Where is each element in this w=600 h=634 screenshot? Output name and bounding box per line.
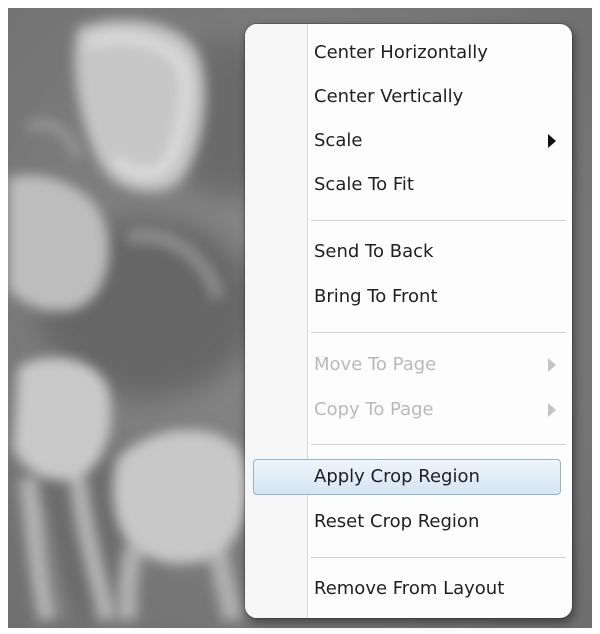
- menu-item-label: Center Horizontally: [314, 42, 488, 63]
- menu-separator: [311, 220, 566, 221]
- menu-item-copy-to-page: Copy To Page: [245, 390, 572, 430]
- menu-item-label: Bring To Front: [314, 286, 438, 307]
- menu-item-scale-to-fit[interactable]: Scale To Fit: [245, 165, 572, 205]
- submenu-arrow-icon: [548, 358, 556, 372]
- menu-item-label: Scale To Fit: [314, 174, 414, 195]
- menu-item-label: Apply Crop Region: [314, 466, 480, 487]
- menu-item-label: Scale: [314, 130, 363, 151]
- menu-item-reset-crop-region[interactable]: Reset Crop Region: [245, 502, 572, 542]
- menu-item-label: Send To Back: [314, 241, 434, 262]
- context-menu: Center Horizontally Center Vertically Sc…: [245, 24, 572, 618]
- menu-item-center-vertically[interactable]: Center Vertically: [245, 77, 572, 117]
- menu-item-scale[interactable]: Scale: [245, 121, 572, 161]
- menu-item-bring-to-front[interactable]: Bring To Front: [245, 277, 572, 317]
- menu-item-move-to-page: Move To Page: [245, 345, 572, 385]
- menu-item-send-to-back[interactable]: Send To Back: [245, 232, 572, 272]
- menu-separator: [311, 444, 566, 445]
- menu-item-label: Remove From Layout: [314, 578, 505, 599]
- submenu-arrow-icon: [548, 403, 556, 417]
- menu-item-remove-from-layout[interactable]: Remove From Layout: [245, 569, 572, 609]
- menu-item-apply-crop-region[interactable]: Apply Crop Region: [245, 457, 572, 497]
- menu-item-label: Center Vertically: [314, 86, 464, 107]
- menu-separator: [311, 557, 566, 558]
- menu-item-label: Copy To Page: [314, 399, 434, 420]
- submenu-arrow-icon: [548, 134, 556, 148]
- menu-item-label: Reset Crop Region: [314, 511, 480, 532]
- menu-item-center-horizontally[interactable]: Center Horizontally: [245, 33, 572, 73]
- menu-separator: [311, 332, 566, 333]
- menu-item-label: Move To Page: [314, 354, 437, 375]
- screen: Center Horizontally Center Vertically Sc…: [0, 0, 600, 634]
